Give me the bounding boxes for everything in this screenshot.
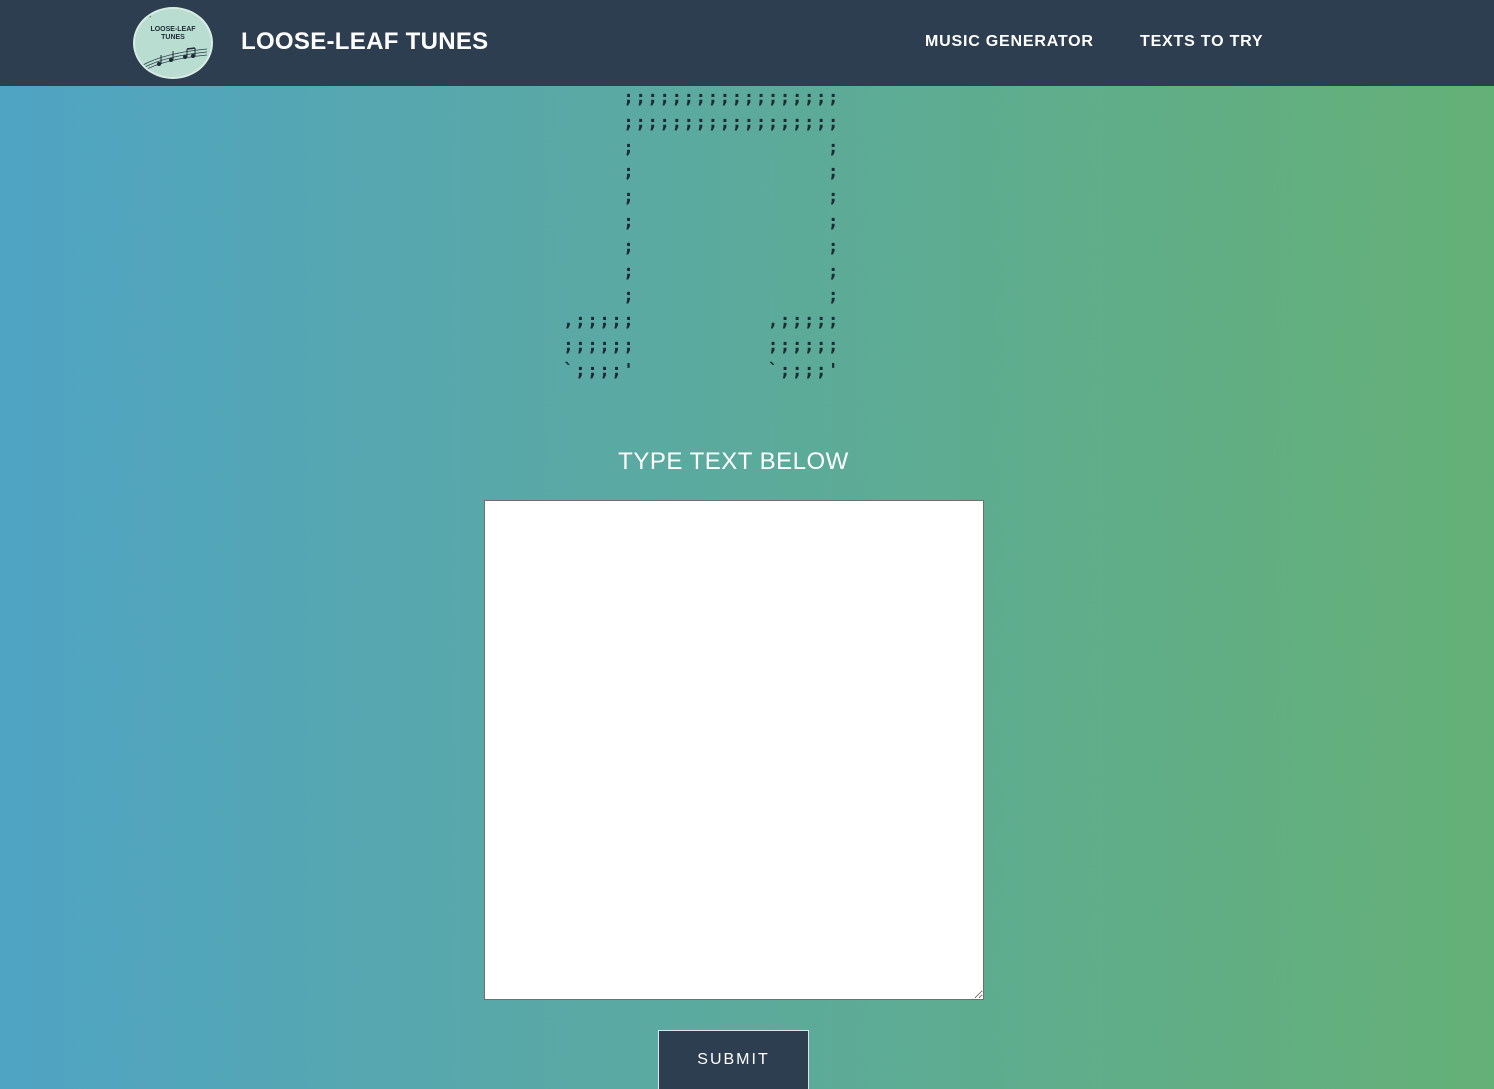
nav-texts-to-try[interactable]: TEXTS TO TRY [1140, 33, 1263, 51]
svg-text:TUNES: TUNES [161, 34, 185, 41]
brand-title[interactable]: LOOSE-LEAF TUNES [241, 28, 488, 56]
type-text-label: TYPE TEXT BELOW [618, 448, 849, 475]
text-input-area[interactable] [484, 500, 984, 1000]
ascii-music-note-art: ;;;;;;;;;;;;;;;;;; ;;;;;;;;;;;;;;;;;; ; … [563, 87, 840, 381]
logo-music-notes-icon: LOOSE-LEAF TUNES [138, 14, 210, 72]
logo-badge[interactable]: LOOSE-LEAF TUNES [133, 7, 213, 79]
svg-text:LOOSE-LEAF: LOOSE-LEAF [150, 26, 196, 33]
submit-button[interactable]: SUBMIT [658, 1030, 809, 1089]
nav-music-generator[interactable]: MUSIC GENERATOR [925, 33, 1094, 51]
top-navbar: LOOSE-LEAF TUNES LOOSE-LEAF TUNES MUSIC … [0, 0, 1494, 86]
